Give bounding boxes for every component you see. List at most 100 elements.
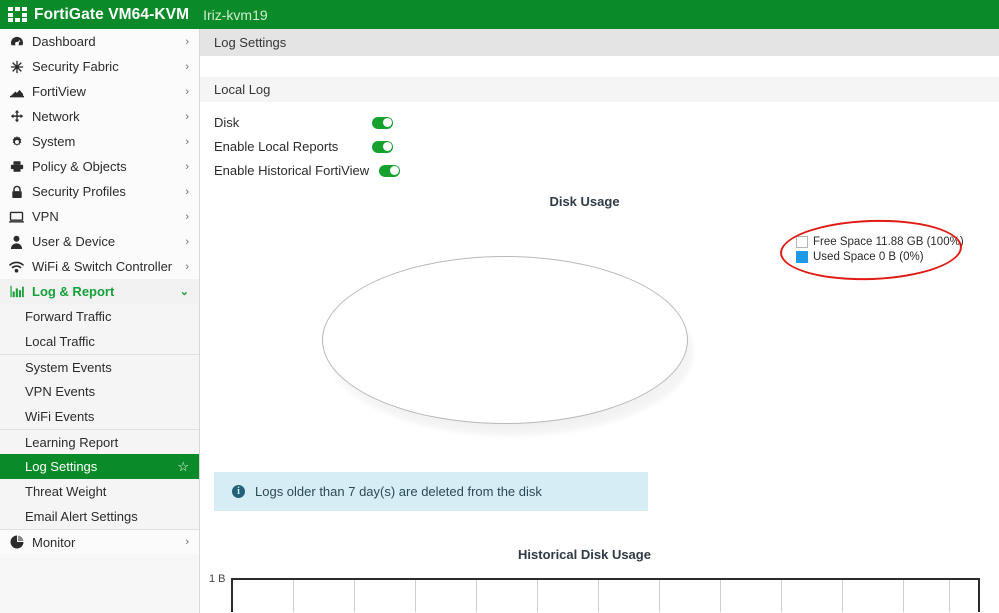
sidebar-item-local-traffic[interactable]: Local Traffic (0, 329, 199, 354)
sidebar-item-wifi-events[interactable]: WiFi Events (0, 404, 199, 429)
sidebar-item-security-fabric[interactable]: Security Fabric › (0, 54, 199, 79)
gridline (781, 580, 782, 612)
disk-usage-pie (322, 256, 694, 436)
disk-usage-legend: Free Space 11.88 GB (100%) Used Space 0 … (796, 234, 964, 264)
network-move-icon (8, 109, 25, 124)
sidebar-item-vpn[interactable]: VPN › (0, 204, 199, 229)
historical-disk-usage-chart: Historical Disk Usage 1 B (200, 547, 999, 612)
info-icon: i (232, 485, 245, 498)
gridline (476, 580, 477, 612)
main-content: Log Settings Local Log Disk Enable Local… (200, 29, 999, 613)
sidebar-item-label: Security Profiles (32, 184, 126, 199)
gridline (537, 580, 538, 612)
sidebar-item-label: Policy & Objects (32, 159, 127, 174)
setting-label: Disk (214, 115, 240, 130)
gridline (949, 580, 950, 612)
sidebar-item-security-profiles[interactable]: Security Profiles › (0, 179, 199, 204)
gridline (293, 580, 294, 612)
sidebar-item-label: Log & Report (32, 284, 115, 299)
sidebar-item-monitor[interactable]: Monitor › (0, 529, 199, 554)
sidebar-item-label: Network (32, 109, 80, 124)
sidebar-item-label: FortiView (32, 84, 86, 99)
legend-swatch-free-space (796, 235, 808, 248)
sidebar-item-system[interactable]: System › (0, 129, 199, 154)
fortinet-grid-logo-icon (8, 7, 27, 22)
sidebar-subitem-label: Email Alert Settings (25, 509, 138, 524)
toggle-knob (389, 166, 399, 175)
sidebar-item-dashboard[interactable]: Dashboard › (0, 29, 199, 54)
historical-disk-usage-plot-area: 1 B (209, 573, 980, 612)
app-brand-title: FortiGate VM64-KVM (34, 5, 190, 23)
chevron-right-icon: › (185, 85, 189, 98)
bar-chart-icon (8, 284, 25, 299)
chevron-right-icon: › (185, 110, 189, 123)
sidebar-subitem-label: VPN Events (25, 384, 96, 399)
sidebar-subitem-label: WiFi Events (25, 409, 95, 424)
sidebar-item-system-events[interactable]: System Events (0, 354, 199, 379)
info-banner-text: Logs older than 7 day(s) are deleted fro… (255, 484, 542, 499)
setting-label: Enable Local Reports (214, 139, 339, 154)
sidebar-item-label: Dashboard (32, 34, 96, 49)
policy-objects-icon (8, 159, 25, 174)
gridline (842, 580, 843, 612)
legend-label: Free Space 11.88 GB (100%) (813, 235, 964, 248)
sidebar-item-policy-objects[interactable]: Policy & Objects › (0, 154, 199, 179)
enable-local-reports-toggle[interactable] (372, 140, 393, 153)
gear-icon (8, 134, 25, 149)
setting-row-enable-historical-fortiview: Enable Historical FortiView (214, 159, 999, 182)
chevron-right-icon: › (185, 536, 189, 548)
page-header: Log Settings (200, 29, 999, 56)
wifi-icon (8, 259, 25, 274)
pie-slice-free-space[interactable] (322, 256, 688, 424)
sidebar-item-vpn-events[interactable]: VPN Events (0, 379, 199, 404)
device-hostname: Iriz-kvm19 (203, 6, 268, 23)
sidebar-subitem-label: Forward Traffic (25, 309, 112, 324)
sidebar-item-forward-traffic[interactable]: Forward Traffic (0, 304, 199, 329)
legend-item-used-space[interactable]: Used Space 0 B (0%) (796, 249, 946, 264)
chevron-right-icon: › (185, 135, 189, 148)
local-log-section-header: Local Log (200, 77, 999, 102)
sidebar-item-label: User & Device (32, 234, 116, 249)
sidebar-item-learning-report[interactable]: Learning Report (0, 429, 199, 454)
gridline (659, 580, 660, 612)
sidebar-item-label: Monitor (32, 534, 76, 550)
setting-label: Enable Historical FortiView (214, 163, 370, 178)
sidebar-item-user-device[interactable]: User & Device › (0, 229, 199, 254)
fortiview-mountain-icon (8, 84, 25, 99)
gridline (598, 580, 599, 612)
enable-historical-fortiview-toggle[interactable] (379, 164, 401, 177)
disk-toggle[interactable] (372, 116, 393, 129)
lock-icon (8, 184, 25, 199)
sidebar-item-wifi-switch-controller[interactable]: WiFi & Switch Controller › (0, 254, 199, 279)
historical-disk-usage-chart-title: Historical Disk Usage (518, 547, 651, 562)
sidebar: Dashboard › Security Fabric › FortiView … (0, 29, 200, 613)
chevron-right-icon: › (185, 185, 189, 198)
app-header: FortiGate VM64-KVM Iriz-kvm19 (0, 0, 999, 29)
toggle-knob (382, 142, 392, 151)
disk-usage-chart-title: Disk Usage (549, 194, 620, 209)
sidebar-item-log-settings[interactable]: Log Settings ☆ (0, 454, 199, 479)
chevron-right-icon: › (185, 235, 189, 248)
gridline (354, 580, 355, 612)
sidebar-item-network[interactable]: Network › (0, 104, 199, 129)
sidebar-item-threat-weight[interactable]: Threat Weight (0, 479, 199, 504)
section-title: Local Log (214, 82, 271, 97)
pie-chart-icon (8, 535, 25, 550)
sidebar-subitem-label: Local Traffic (25, 334, 95, 349)
legend-item-free-space[interactable]: Free Space 11.88 GB (100%) (796, 234, 964, 249)
sidebar-item-email-alert-settings[interactable]: Email Alert Settings (0, 504, 199, 529)
monitor-icon (8, 209, 25, 224)
user-icon (8, 234, 25, 249)
y-axis-tick-label: 1 B (209, 573, 226, 585)
sidebar-subitem-label: Threat Weight (25, 484, 107, 499)
sidebar-item-label: VPN (32, 209, 59, 224)
disk-usage-chart: Disk Usage Free Space 11.88 GB (100%) Us… (200, 194, 999, 494)
sidebar-item-log-report[interactable]: Log & Report ⌄ (0, 279, 199, 304)
setting-row-enable-local-reports: Enable Local Reports (214, 135, 999, 158)
sidebar-subitem-label: System Events (25, 359, 112, 375)
sidebar-item-label: WiFi & Switch Controller (32, 259, 173, 274)
sidebar-item-fortiview[interactable]: FortiView › (0, 79, 199, 104)
favorite-star-icon[interactable]: ☆ (177, 459, 189, 475)
security-fabric-icon (8, 59, 25, 74)
legend-label: Used Space 0 B (0%) (813, 250, 924, 263)
